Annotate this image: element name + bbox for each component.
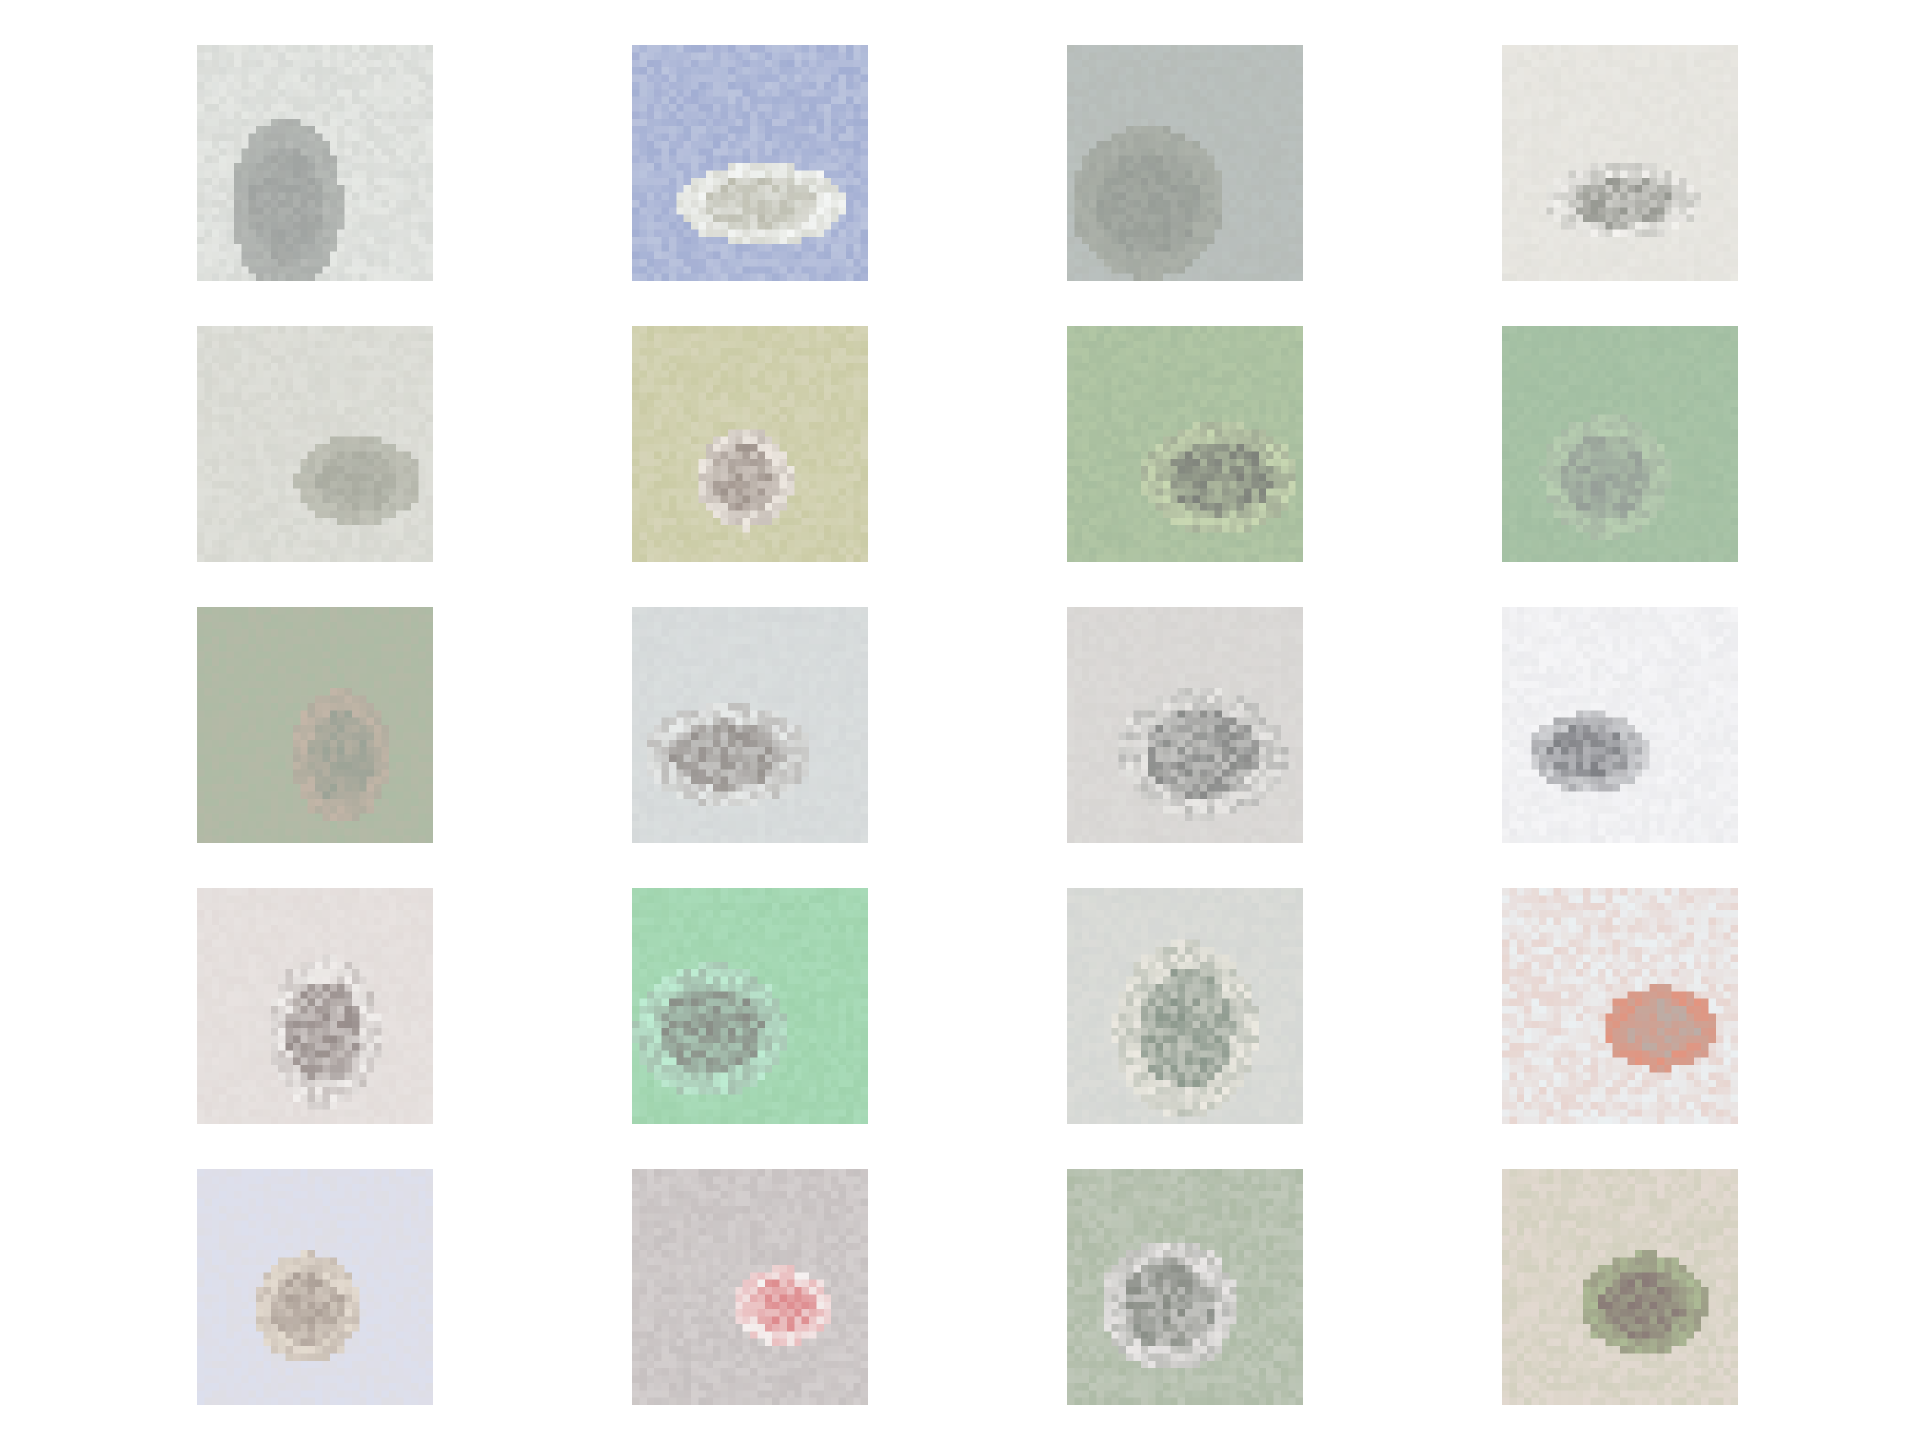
tile-frog-image [197, 326, 433, 562]
tile-bird-sky [1502, 888, 1738, 1124]
tile-brown-animal-foliage [197, 607, 433, 843]
tile-car-red [632, 1169, 868, 1405]
tile-bird-over-water-image [632, 45, 868, 281]
tile-dog-indoor-image [1067, 607, 1303, 843]
tile-horses-beach [1502, 1169, 1738, 1405]
tile-ship-mast [197, 1169, 433, 1405]
tile-ship-image [197, 45, 433, 281]
tile-dark-horse-image [1502, 607, 1738, 843]
tile-animal-in-greenery-image [1067, 326, 1303, 562]
tile-car-red-image [632, 1169, 868, 1405]
tile-brown-animal-foliage-image [197, 607, 433, 843]
tile-frog [197, 326, 433, 562]
tile-bird-over-water [632, 45, 868, 281]
tile-cat-green-image [632, 888, 868, 1124]
tile-deer-in-field [1502, 326, 1738, 562]
tile-horses-beach-image [1502, 1169, 1738, 1405]
tile-deer-road [1067, 888, 1303, 1124]
tile-animal-on-grass [632, 326, 868, 562]
tile-dog-indoor [1067, 607, 1303, 843]
tile-dog-snow-image [632, 607, 868, 843]
tile-animal-on-grass-image [632, 326, 868, 562]
tile-cat-garden [1067, 1169, 1303, 1405]
tile-white-horse-image [1502, 45, 1738, 281]
tile-deer-in-field-image [1502, 326, 1738, 562]
tile-bird-sky-image [1502, 888, 1738, 1124]
tile-tree-foliage [1067, 45, 1303, 281]
tile-dark-horse [1502, 607, 1738, 843]
tile-truck [197, 888, 433, 1124]
tile-truck-image [197, 888, 433, 1124]
tile-dog-snow [632, 607, 868, 843]
tile-animal-in-greenery [1067, 326, 1303, 562]
tile-white-horse [1502, 45, 1738, 281]
tile-deer-road-image [1067, 888, 1303, 1124]
tile-ship [197, 45, 433, 281]
tile-cat-garden-image [1067, 1169, 1303, 1405]
tile-ship-mast-image [197, 1169, 433, 1405]
tile-cat-green [632, 888, 868, 1124]
image-grid [0, 0, 1920, 1440]
tile-tree-foliage-image [1067, 45, 1303, 281]
